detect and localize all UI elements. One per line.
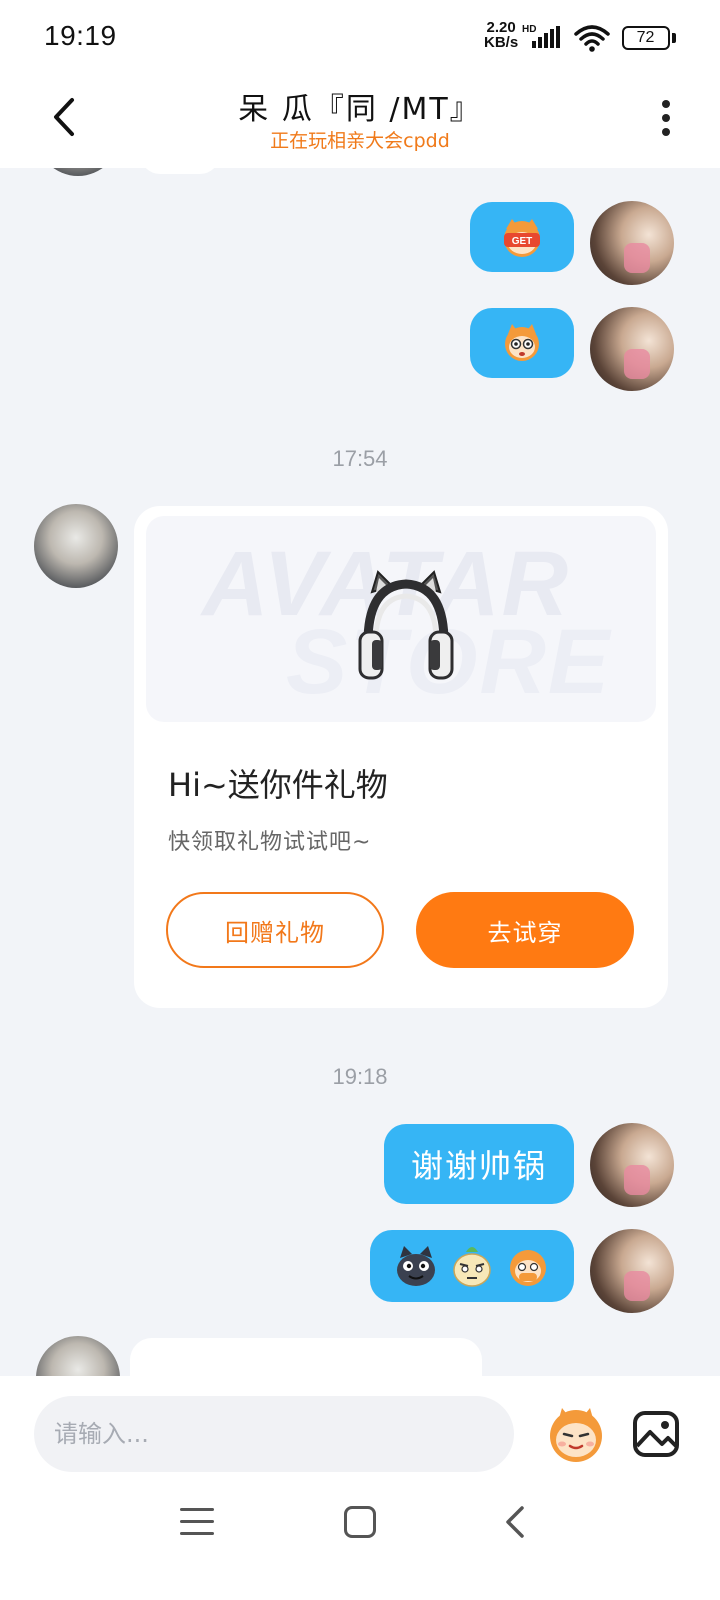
text-message-bubble[interactable]: 谢谢帅锅 (384, 1124, 574, 1204)
gift-title: Hi~送你件礼物 (168, 766, 388, 804)
message-bubble-partial[interactable] (140, 168, 220, 174)
sticker-picker-icon[interactable] (544, 1404, 608, 1464)
gift-description: 快领取礼物试试吧~ (168, 830, 372, 855)
return-gift-button[interactable]: 回赠礼物 (166, 892, 384, 968)
sticker-message-bubble[interactable]: GET (470, 202, 574, 272)
gift-banner: AVATAR STORE (146, 516, 656, 722)
network-speed-value: 2.20 (486, 19, 516, 36)
input-bar (0, 1376, 720, 1600)
battery-tip (672, 33, 676, 43)
nav-home-icon[interactable] (344, 1506, 376, 1538)
cat-ear-headphone-icon (358, 570, 454, 680)
status-time: 19:19 (44, 20, 117, 51)
sticker-get-label: GET (512, 236, 533, 247)
my-avatar[interactable] (590, 1123, 674, 1207)
monkey-face-sticker-icon (505, 324, 539, 361)
sticker-message-bubble[interactable] (370, 1230, 574, 1302)
back-arrow-icon[interactable] (40, 92, 90, 142)
leaf-character-sticker-icon (453, 1247, 491, 1287)
message-input[interactable] (34, 1396, 514, 1472)
contact-avatar[interactable] (36, 168, 120, 176)
sticker-message-bubble[interactable] (470, 308, 574, 378)
message-text: 谢谢帅锅 (410, 1147, 547, 1185)
battery-icon: 72 (622, 26, 670, 50)
my-avatar[interactable] (590, 1229, 674, 1313)
more-vertical-icon[interactable] (656, 96, 676, 144)
battery-level: 72 (636, 29, 655, 46)
monkey-get-sticker-icon: GET (504, 219, 540, 257)
message-bubble-partial[interactable] (130, 1338, 482, 1376)
chat-title: 呆 瓜『同 /MT』 (238, 92, 482, 127)
chat-status-subtitle[interactable]: 正在玩相亲大会cpdd (130, 126, 590, 153)
chat-header: 呆 瓜『同 /MT』 正在玩相亲大会cpdd (0, 72, 720, 168)
gift-card[interactable]: AVATAR STORE Hi~送你件礼物 快领取礼物试试吧~ 回赠礼物 去试穿 (134, 506, 668, 1008)
my-avatar[interactable] (590, 307, 674, 391)
black-cat-sticker-icon (397, 1246, 435, 1286)
nav-back-icon[interactable] (500, 1504, 530, 1540)
network-speed-unit: KB/s (484, 34, 519, 51)
signal-icon (532, 26, 560, 48)
timestamp-divider: 17:54 (332, 446, 388, 471)
contact-avatar[interactable] (34, 504, 118, 588)
my-avatar[interactable] (590, 201, 674, 285)
image-picker-icon[interactable] (632, 1410, 680, 1458)
timestamp-divider: 19:18 (332, 1064, 388, 1089)
wifi-icon (574, 25, 610, 52)
network-speed: 2.20 KB/s (484, 20, 518, 50)
message-list[interactable]: GET 17:54 AVATAR STORE (0, 168, 720, 1376)
monkey-cover-face-sticker-icon (510, 1250, 546, 1286)
contact-avatar[interactable] (36, 1336, 120, 1376)
nav-recent-apps-icon[interactable] (180, 1508, 214, 1538)
status-bar: 19:19 2.20 KB/s HD 72 (0, 0, 720, 72)
try-on-button[interactable]: 去试穿 (416, 892, 634, 968)
